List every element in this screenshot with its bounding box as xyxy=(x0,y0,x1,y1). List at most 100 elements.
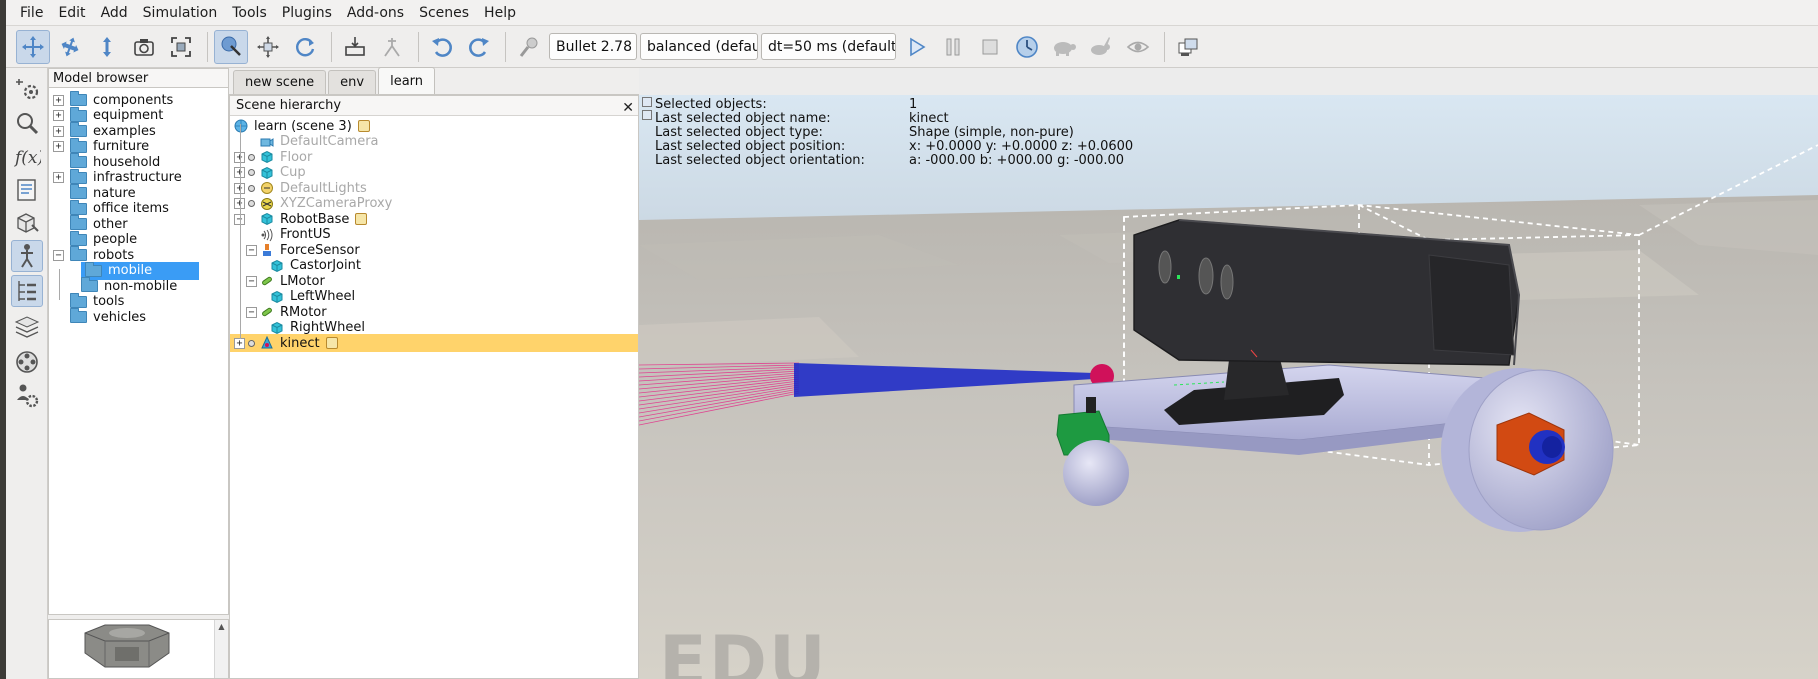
scene-hierarchy-icon[interactable] xyxy=(11,275,43,307)
collapse-info-icon[interactable] xyxy=(642,97,652,107)
menu-tools[interactable]: Tools xyxy=(225,0,275,26)
camera-rotate-icon[interactable] xyxy=(53,30,87,64)
tab-learn[interactable]: learn xyxy=(378,67,436,94)
pause-icon[interactable] xyxy=(936,30,970,64)
menu-scenes[interactable]: Scenes xyxy=(412,0,477,26)
layers-icon[interactable] xyxy=(11,311,43,343)
collapse-icon[interactable]: − xyxy=(246,306,257,318)
scene-render xyxy=(639,95,1818,679)
toggle-page-icon[interactable] xyxy=(1171,30,1205,64)
camera-shift-icon[interactable] xyxy=(90,30,124,64)
physics-engine-select[interactable]: Bullet 2.78▼ xyxy=(549,33,637,60)
joint-icon xyxy=(260,274,280,288)
model-browser-icon[interactable] xyxy=(11,240,43,272)
tab-env[interactable]: env xyxy=(328,70,377,94)
scroll-up-icon[interactable]: ▲ xyxy=(215,622,228,631)
hierarchy-row-kinect[interactable]: + kinect xyxy=(230,334,638,352)
object-shift-icon[interactable] xyxy=(251,30,285,64)
fit-to-view-icon[interactable] xyxy=(164,30,198,64)
edu-watermark: EDU xyxy=(659,621,828,679)
dummy-icon xyxy=(260,197,280,211)
scene-tabbar: new scene env learn xyxy=(229,67,639,95)
model-flag-icon xyxy=(248,169,255,176)
close-icon[interactable]: ✕ xyxy=(622,98,634,118)
toolbar-separator xyxy=(418,31,419,62)
menu-edit[interactable]: Edit xyxy=(51,0,93,26)
omnidirectional-platform-thumbnail[interactable] xyxy=(75,623,179,675)
shape-icon xyxy=(270,259,290,273)
model-flag-icon xyxy=(248,153,255,161)
scripts-icon[interactable]: f(x) xyxy=(11,140,43,172)
3d-viewport[interactable]: Selected objects: 1 Last selected object n… xyxy=(639,95,1818,679)
shapes-edit-icon[interactable] xyxy=(11,174,43,206)
tree-guide-line xyxy=(59,269,60,300)
visualization-icon[interactable] xyxy=(1121,30,1155,64)
model-folder-label: infrastructure xyxy=(93,170,182,185)
assemble-icon[interactable] xyxy=(338,30,372,64)
folder-icon xyxy=(70,308,87,323)
expand-icon[interactable]: + xyxy=(53,125,64,137)
transfer-dna-icon[interactable] xyxy=(375,30,409,64)
hierarchy-label: LMotor xyxy=(280,273,325,289)
menu-plugins[interactable]: Plugins xyxy=(275,0,340,26)
menu-bar: File Edit Add Simulation Tools Plugins Add-ons… xyxy=(6,0,1818,26)
accuracy-select[interactable]: balanced (defau▼ xyxy=(640,33,758,60)
hierarchy-label: RMotor xyxy=(280,304,327,320)
script-icon[interactable] xyxy=(325,337,338,349)
selection-info-overlay: Selected objects: 1 Last selected object n… xyxy=(639,95,1818,170)
expand-icon[interactable]: + xyxy=(53,141,64,152)
menu-help[interactable]: Help xyxy=(477,0,524,26)
shape-icon xyxy=(260,166,280,180)
physics-engine-icon[interactable] xyxy=(512,30,546,64)
expand-icon[interactable]: + xyxy=(53,110,64,121)
collapse-icon[interactable]: − xyxy=(246,244,257,256)
menu-simulation[interactable]: Simulation xyxy=(136,0,226,26)
menu-add-ons[interactable]: Add-ons xyxy=(340,0,412,26)
slower-icon[interactable] xyxy=(1047,30,1081,64)
user-settings-icon[interactable] xyxy=(11,379,43,411)
model-thumbnail-pane: ▲ Omnidirectional Platform.ttm xyxy=(48,619,229,679)
play-icon[interactable] xyxy=(899,30,933,64)
expand-icon[interactable]: + xyxy=(53,94,64,106)
shape-icon xyxy=(270,290,290,304)
selection-icon[interactable] xyxy=(11,207,43,239)
expand-icon[interactable]: + xyxy=(53,172,64,183)
script-icon[interactable] xyxy=(355,213,368,225)
collapse-icon[interactable]: − xyxy=(246,275,257,287)
redo-icon[interactable] xyxy=(462,30,496,64)
folder-icon xyxy=(85,261,102,277)
hierarchy-label: DefaultCamera xyxy=(280,134,379,149)
thumbnail-scrollbar[interactable]: ▲ xyxy=(214,620,228,678)
folder-icon xyxy=(70,215,87,230)
camera-pan-icon[interactable] xyxy=(16,29,50,64)
app-window: File Edit Add Simulation Tools Plugins Add-ons… xyxy=(0,0,1818,679)
timestep-select[interactable]: dt=50 ms (default)▼ xyxy=(761,33,896,60)
menu-add[interactable]: Add xyxy=(94,0,136,26)
model-folder-label: examples xyxy=(93,123,156,139)
toolbar-separator xyxy=(505,31,506,62)
click-select-icon[interactable] xyxy=(214,29,248,64)
realtime-icon[interactable] xyxy=(1010,30,1044,64)
model-browser-panel: Model browser + components + equipment + exam… xyxy=(48,68,229,679)
toolbar-separator xyxy=(331,31,332,62)
script-icon[interactable] xyxy=(357,120,370,132)
undo-icon[interactable] xyxy=(425,30,459,64)
calculation-modules-icon[interactable] xyxy=(11,72,43,104)
menu-file[interactable]: File xyxy=(13,0,51,26)
video-recorder-icon[interactable] xyxy=(11,346,43,378)
stop-icon[interactable] xyxy=(973,30,1007,64)
tab-new-scene[interactable]: new scene xyxy=(233,70,327,94)
collections-icon[interactable] xyxy=(11,107,43,139)
collapse-icon[interactable]: − xyxy=(53,249,64,261)
hierarchy-label: ForceSensor xyxy=(280,242,360,258)
info-toggle-icon[interactable] xyxy=(642,110,652,120)
faster-icon[interactable] xyxy=(1084,30,1118,64)
model-folder-vehicles[interactable]: vehicles xyxy=(53,308,146,326)
object-rotate-icon[interactable] xyxy=(288,30,322,64)
camera-angle-icon[interactable] xyxy=(127,30,161,64)
model-folder-label: vehicles xyxy=(93,309,147,325)
expand-icon[interactable]: + xyxy=(234,337,245,349)
